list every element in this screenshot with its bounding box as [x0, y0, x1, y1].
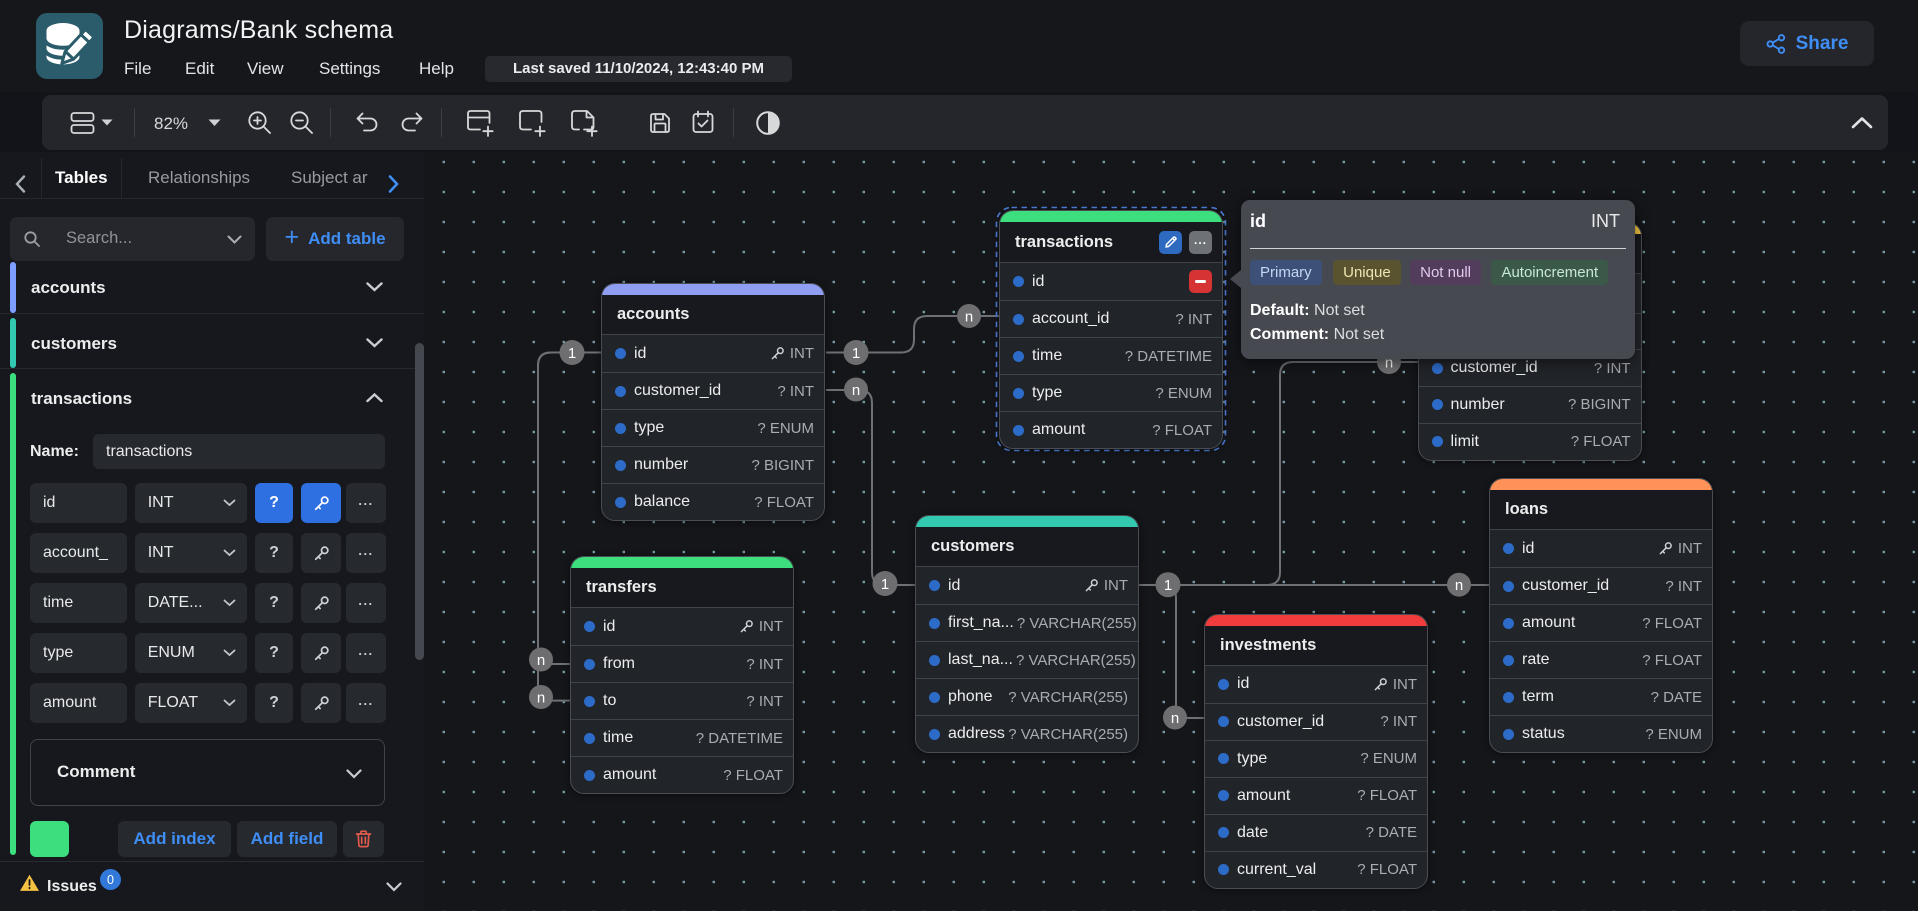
- svg-text:n: n: [1455, 577, 1463, 594]
- svg-text:n: n: [1171, 710, 1179, 727]
- svg-text:n: n: [537, 652, 545, 669]
- svg-text:1: 1: [852, 345, 860, 362]
- svg-text:1: 1: [881, 576, 889, 593]
- svg-text:n: n: [965, 309, 973, 326]
- svg-text:1: 1: [568, 345, 576, 362]
- svg-text:n: n: [852, 382, 860, 399]
- svg-text:1: 1: [1164, 577, 1172, 594]
- svg-text:n: n: [537, 690, 545, 707]
